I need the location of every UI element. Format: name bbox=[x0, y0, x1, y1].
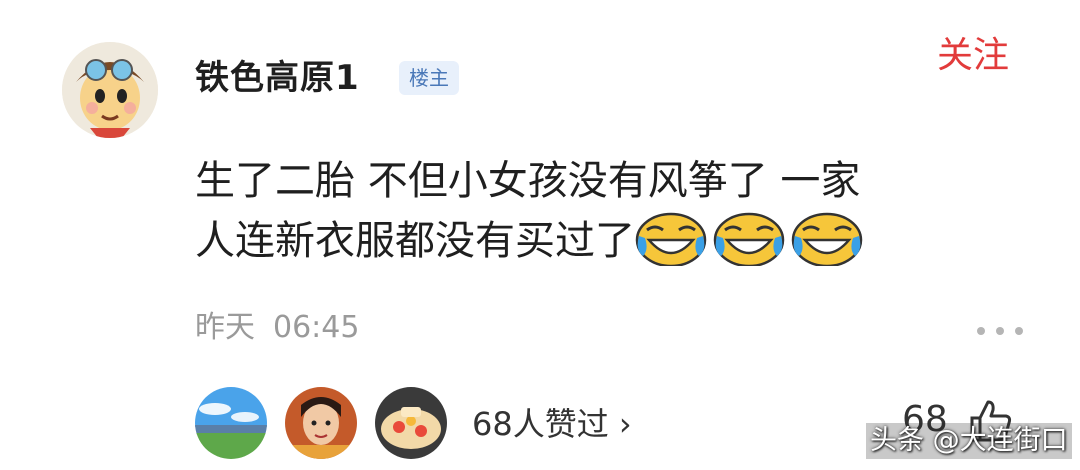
more-options-icon[interactable] bbox=[975, 322, 1025, 335]
comment-line-2-text: 人连新衣服都没有买过了 bbox=[195, 218, 635, 264]
liker-avatar[interactable] bbox=[285, 387, 357, 459]
follow-button[interactable]: 关注 bbox=[937, 34, 1009, 78]
watermark: 头条 @大连街口 bbox=[866, 423, 1072, 459]
liker-avatar[interactable] bbox=[375, 387, 447, 459]
comment-line-1: 生了二胎 不但小女孩没有风筝了 一家 bbox=[195, 158, 861, 204]
liker-avatar[interactable] bbox=[195, 387, 267, 459]
likes-summary-link[interactable]: 68人赞过 › bbox=[472, 402, 632, 446]
comment-timestamp: 昨天 06:45 bbox=[195, 308, 377, 348]
laughing-tears-icon bbox=[791, 210, 863, 268]
comment-line-2: 人连新衣服都没有买过了 bbox=[195, 210, 1015, 270]
laughing-tears-icon bbox=[713, 210, 785, 268]
comment-time: 06:45 bbox=[273, 310, 360, 345]
user-avatar[interactable] bbox=[62, 42, 158, 138]
op-badge: 楼主 bbox=[399, 61, 459, 95]
laughing-tears-icon bbox=[635, 210, 707, 268]
comment-text: 生了二胎 不但小女孩没有风筝了 一家 人连新衣服都没有买过了 bbox=[195, 152, 1015, 270]
username[interactable]: 铁色高原1 bbox=[195, 56, 360, 100]
comment-date: 昨天 bbox=[195, 310, 255, 345]
